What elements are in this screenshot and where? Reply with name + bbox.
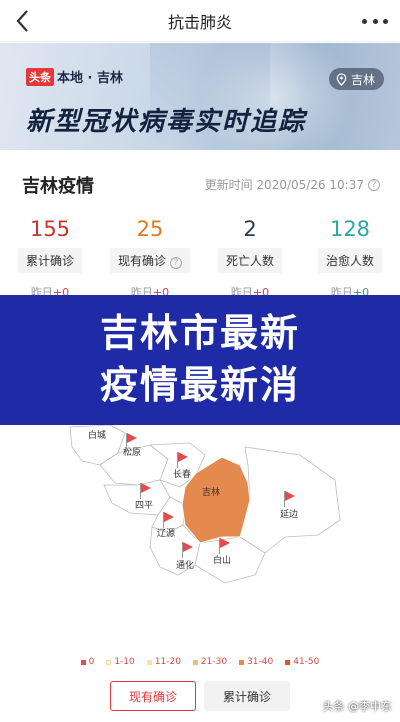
map-label: 通化 bbox=[176, 561, 195, 571]
help-icon[interactable]: ? bbox=[170, 257, 182, 269]
watermark: 头条 @李中东 bbox=[322, 700, 393, 713]
nav-bar: 抗击肺炎 bbox=[0, 0, 400, 42]
stats-columns: 155 累计确诊 昨日+0 25 现有确诊? 昨日+0 2 死亡人数 昨日+0 … bbox=[0, 214, 400, 300]
province-map[interactable]: 白城 松原 长春 吉林 四平 辽源 通化 白山 延边 bbox=[0, 425, 400, 655]
more-dots-icon[interactable] bbox=[362, 16, 388, 26]
flag-icon bbox=[176, 452, 190, 468]
legend-item: 0 bbox=[80, 657, 94, 667]
stat-label: 治愈人数 bbox=[317, 248, 382, 273]
headline-line-2: 疫情最新消 bbox=[99, 363, 300, 407]
stat-deaths: 2 死亡人数 昨日+0 bbox=[200, 214, 300, 300]
help-icon[interactable]: ? bbox=[368, 178, 380, 191]
flag-icon bbox=[218, 538, 232, 554]
stat-label: 现有确诊? bbox=[109, 248, 190, 273]
stat-cumulative: 155 累计确诊 昨日+0 bbox=[0, 214, 100, 300]
stat-value: 25 bbox=[136, 217, 164, 241]
legend-item: 31-40 bbox=[239, 657, 273, 667]
headline-overlay: 吉林市最新 疫情最新消 bbox=[0, 295, 400, 425]
banner-title: 新型冠状病毒实时追踪 bbox=[26, 107, 307, 137]
update-time-text: 更新时间 2020/05/26 10:37 bbox=[204, 178, 364, 192]
brand-local: 本地 · 吉林 bbox=[57, 71, 123, 86]
stat-label: 死亡人数 bbox=[217, 248, 282, 273]
map-label: 四平 bbox=[135, 501, 154, 511]
map-label: 白山 bbox=[213, 556, 232, 566]
stats-card: 吉林疫情 更新时间 2020/05/26 10:37 ? 155 累计确诊 昨日… bbox=[0, 150, 400, 300]
legend-item: 21-30 bbox=[192, 657, 227, 667]
stat-value: 155 bbox=[29, 217, 71, 241]
headline-line-1: 吉林市最新 bbox=[99, 311, 300, 355]
map-label: 辽源 bbox=[157, 529, 176, 539]
stat-cured: 128 治愈人数 昨日+0 bbox=[300, 214, 400, 300]
update-time: 更新时间 2020/05/26 10:37 ? bbox=[205, 176, 380, 193]
location-pill[interactable]: 吉林 bbox=[328, 68, 384, 90]
banner: 头条 本地 · 吉林 吉林 新型冠状病毒实时追踪 bbox=[0, 43, 400, 150]
location-pill-label: 吉林 bbox=[350, 72, 375, 87]
location-pin-icon bbox=[336, 72, 347, 86]
brand-tag: 头条 bbox=[26, 67, 54, 86]
legend-item: 41-50 bbox=[285, 657, 319, 667]
legend-item: 11-20 bbox=[146, 657, 181, 667]
cumulative-confirmed-button[interactable]: 累计确诊 bbox=[204, 681, 290, 711]
flag-icon bbox=[283, 491, 297, 507]
map-label: 白城 bbox=[88, 431, 107, 441]
legend-item: 1-10 bbox=[106, 657, 135, 667]
map-label: 延边 bbox=[280, 510, 299, 520]
map-shapes bbox=[69, 425, 341, 584]
current-confirmed-button[interactable]: 现有确诊 bbox=[110, 681, 196, 711]
stats-heading: 吉林疫情 bbox=[22, 176, 94, 197]
map-label: 松原 bbox=[123, 448, 142, 458]
brand-row: 头条 本地 · 吉林 bbox=[26, 67, 123, 86]
map-legend: 0 1-10 11-20 21-30 31-40 41-50 bbox=[0, 655, 400, 669]
stat-current: 25 现有确诊? 昨日+0 bbox=[100, 214, 200, 300]
stat-label: 累计确诊 bbox=[17, 248, 82, 273]
stat-value: 2 bbox=[243, 217, 257, 241]
flag-icon bbox=[181, 542, 195, 558]
map-label: 长春 bbox=[173, 470, 192, 480]
back-arrow-icon[interactable] bbox=[10, 6, 38, 36]
page-title: 抗击肺炎 bbox=[167, 12, 232, 32]
stat-value: 128 bbox=[329, 217, 371, 241]
map-label: 吉林 bbox=[202, 488, 221, 498]
flag-icon bbox=[139, 483, 153, 499]
